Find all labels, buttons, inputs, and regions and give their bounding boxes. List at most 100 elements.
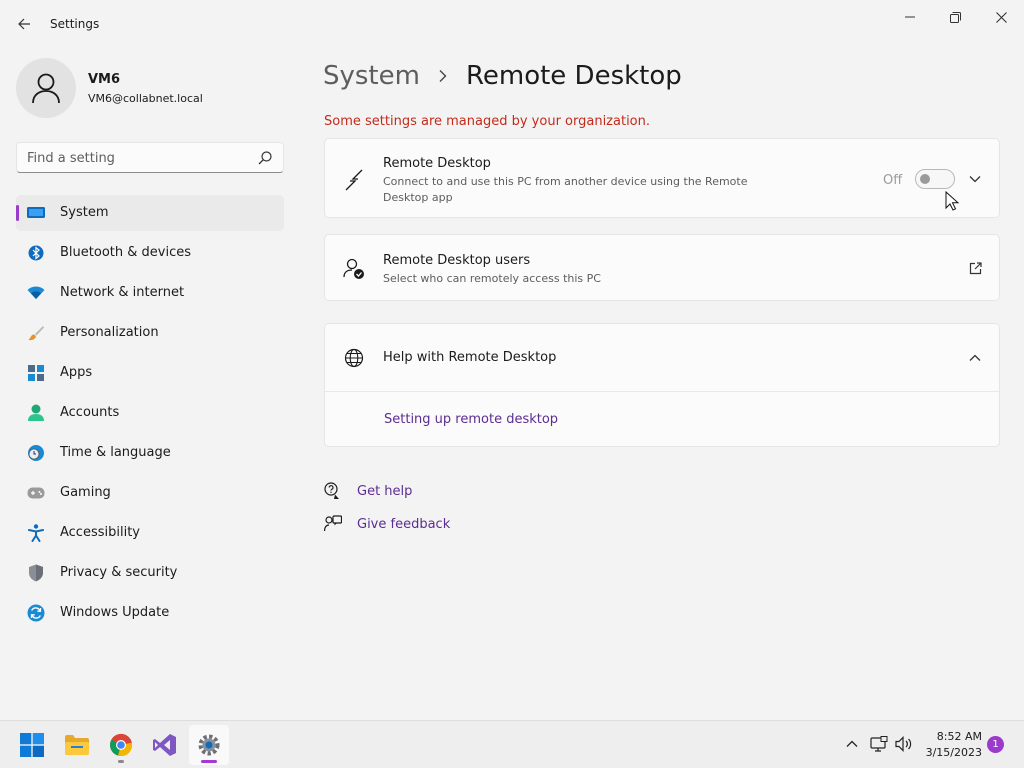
profile-name: VM6 (88, 72, 121, 87)
shield-icon (27, 564, 45, 582)
help-title: Help with Remote Desktop (383, 350, 557, 365)
taskbar: 8:52 AM 3/15/2023 1 (0, 720, 1024, 768)
sidebar-item-label: Gaming (60, 485, 111, 500)
title-bar: Settings (0, 0, 1024, 48)
sidebar-item-bluetooth[interactable]: Bluetooth & devices (16, 235, 284, 271)
globe-icon (343, 347, 365, 369)
sidebar-item-label: Network & internet (60, 285, 185, 300)
sidebar-item-label: Accessibility (60, 525, 140, 540)
sidebar-item-accessibility[interactable]: Accessibility (16, 515, 284, 551)
sidebar-item-label: System (60, 205, 109, 220)
managed-warning: Some settings are managed by your organi… (324, 114, 651, 129)
maximize-button[interactable] (932, 6, 978, 28)
network-icon[interactable] (870, 735, 888, 753)
sidebar-item-label: Personalization (60, 325, 159, 340)
remote-users-title: Remote Desktop users (383, 253, 531, 268)
help-chat-icon (324, 482, 342, 500)
sidebar-item-privacy-security[interactable]: Privacy & security (16, 555, 284, 591)
breadcrumb-parent[interactable]: System (323, 61, 420, 91)
taskbar-chrome[interactable] (101, 725, 141, 765)
sidebar-item-label: Privacy & security (60, 565, 178, 580)
taskbar-settings[interactable] (189, 725, 229, 765)
settings-icon (198, 734, 220, 756)
chevron-up-icon[interactable] (843, 735, 861, 753)
page-title: Remote Desktop (465, 61, 682, 91)
remote-desktop-description: Connect to and use this PC from another … (383, 175, 748, 204)
brush-icon (27, 324, 45, 342)
remote-desktop-users-card[interactable]: Remote Desktop users Select who can remo… (324, 234, 1000, 301)
close-icon (995, 11, 1007, 23)
wifi-icon (27, 284, 45, 302)
sidebar-item-gaming[interactable]: Gaming (16, 475, 284, 511)
get-help-link[interactable]: Get help (324, 481, 412, 501)
help-card: Help with Remote Desktop Setting up remo… (324, 323, 1000, 447)
breadcrumb: System Remote Desktop (323, 58, 682, 94)
toggle-state-label: Off (883, 173, 903, 188)
minimize-button[interactable] (887, 6, 933, 28)
sidebar-item-label: Apps (60, 365, 93, 380)
sidebar-item-personalization[interactable]: Personalization (16, 315, 284, 351)
clock-globe-icon (27, 444, 45, 462)
sidebar-item-label: Bluetooth & devices (60, 245, 191, 260)
remote-desktop-icon (343, 169, 365, 191)
search-input[interactable] (27, 149, 247, 167)
mouse-cursor-icon (945, 191, 959, 211)
profile-email: VM6@collabnet.local (88, 92, 203, 105)
close-button[interactable] (978, 6, 1024, 28)
remote-desktop-card[interactable]: Remote Desktop Connect to and use this P… (324, 138, 1000, 218)
system-icon (27, 204, 45, 222)
back-arrow-icon (18, 18, 30, 30)
running-indicator (118, 760, 124, 763)
file-explorer-icon (65, 735, 89, 755)
apps-icon (27, 364, 45, 382)
active-indicator (201, 760, 217, 763)
remote-users-description: Select who can remotely access this PC (383, 272, 601, 285)
gamepad-icon (27, 484, 45, 502)
update-icon (27, 604, 45, 622)
divider (325, 391, 999, 392)
start-icon (20, 733, 44, 757)
start-button[interactable] (12, 725, 52, 765)
search-box[interactable] (16, 142, 284, 173)
chevron-down-icon[interactable] (968, 172, 982, 186)
clock-date[interactable]: 3/15/2023 (922, 746, 982, 759)
sidebar-item-system[interactable]: System (16, 195, 284, 231)
clock-time[interactable]: 8:52 AM (930, 730, 982, 743)
user-check-icon (343, 258, 365, 280)
minimize-icon (905, 16, 915, 18)
back-button[interactable] (12, 12, 36, 36)
chrome-icon (110, 733, 133, 757)
bluetooth-icon (27, 244, 45, 262)
remote-desktop-toggle[interactable] (915, 169, 955, 189)
taskbar-file-explorer[interactable] (57, 725, 97, 765)
restore-icon (949, 11, 961, 23)
sidebar-item-apps[interactable]: Apps (16, 355, 284, 391)
sidebar-item-time-language[interactable]: Time & language (16, 435, 284, 471)
sidebar-item-windows-update[interactable]: Windows Update (16, 595, 284, 631)
volume-icon[interactable] (895, 735, 913, 753)
sidebar-item-label: Time & language (60, 445, 171, 460)
sidebar-item-label: Accounts (60, 405, 120, 420)
accounts-icon (27, 404, 45, 422)
user-icon (32, 73, 60, 104)
give-feedback-link[interactable]: Give feedback (324, 514, 450, 534)
sidebar-nav: System Bluetooth & devices Network & int… (16, 195, 284, 635)
sidebar-item-accounts[interactable]: Accounts (16, 395, 284, 431)
accessibility-icon (27, 524, 45, 542)
app-title: Settings (50, 17, 100, 31)
sidebar-item-network[interactable]: Network & internet (16, 275, 284, 311)
give-feedback-label: Give feedback (357, 516, 451, 532)
get-help-label: Get help (357, 483, 413, 499)
chevron-right-icon (439, 70, 447, 82)
search-icon[interactable] (257, 150, 273, 166)
notification-badge[interactable]: 1 (987, 736, 1004, 753)
sidebar-item-label: Windows Update (60, 605, 170, 620)
setting-up-remote-desktop-link[interactable]: Setting up remote desktop (384, 412, 558, 427)
chevron-up-icon[interactable] (968, 351, 982, 365)
avatar (16, 58, 76, 118)
visual-studio-icon (153, 734, 176, 756)
feedback-icon (324, 515, 342, 533)
taskbar-visual-studio[interactable] (145, 725, 185, 765)
external-link-icon[interactable] (968, 261, 982, 275)
remote-desktop-title: Remote Desktop (383, 156, 491, 171)
